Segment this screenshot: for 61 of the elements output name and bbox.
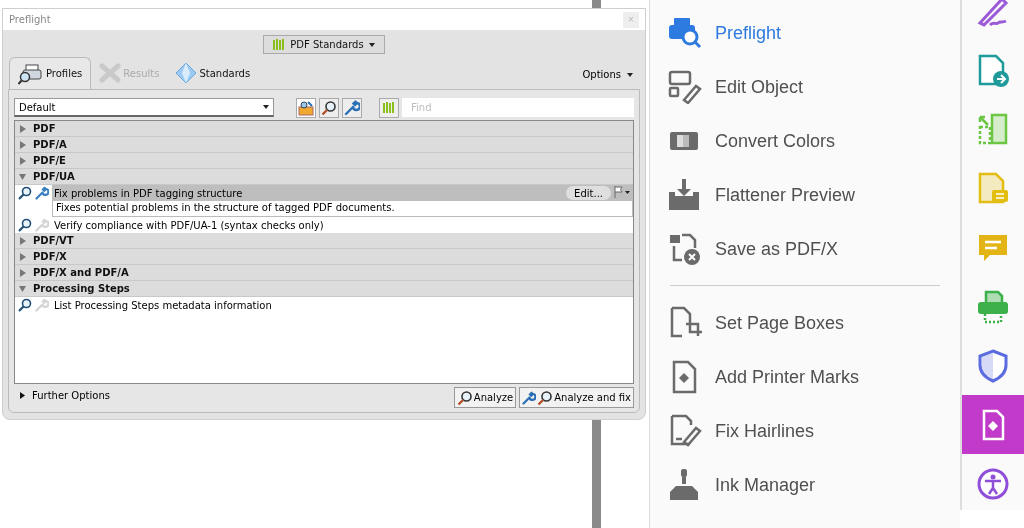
group-row[interactable]: PDF/VT (15, 233, 633, 249)
search-icon (456, 389, 473, 406)
find-field[interactable]: Find (402, 98, 634, 117)
profile-item[interactable]: Verify compliance with PDF/UA-1 (syntax checks only) (52, 217, 633, 233)
toolbox-button[interactable] (296, 97, 316, 118)
group-row[interactable]: PDF/E (15, 153, 633, 169)
toolbox-icon (298, 99, 314, 116)
flag-dropdown[interactable] (611, 186, 633, 200)
profile-item[interactable]: List Processing Steps metadata information (52, 297, 633, 313)
tab[interactable]: Profiles (9, 57, 92, 89)
printer-search-icon (18, 62, 44, 85)
tool-item[interactable]: Convert Colors (668, 114, 960, 168)
tool-item[interactable]: Fix Hairlines (668, 404, 960, 458)
rail-button[interactable] (962, 395, 1024, 454)
wrench-button[interactable] (342, 97, 362, 118)
caret-icon (368, 42, 375, 47)
group-row[interactable]: PDF/X (15, 249, 633, 265)
tool-item[interactable]: Edit Object (668, 60, 960, 114)
search-icon (18, 298, 32, 312)
bars-icon (383, 102, 395, 113)
analyze-button[interactable]: Analyze (453, 387, 517, 408)
group-row[interactable]: PDF/UA (15, 169, 633, 185)
search-icon (18, 218, 32, 232)
pen-shapes-icon (668, 70, 702, 104)
flag-icon (613, 186, 631, 198)
library-dropdown[interactable]: PDF Standards (263, 35, 385, 54)
search-icon (321, 99, 337, 116)
wrench-icon (522, 390, 537, 405)
crop-page-icon (668, 306, 702, 340)
tool-item[interactable]: Set Page Boxes (668, 296, 960, 350)
group-row[interactable]: PDF (15, 121, 633, 137)
search-icon (537, 389, 554, 406)
download-tray-icon (668, 178, 702, 212)
tool-item[interactable]: Preflight (668, 6, 960, 60)
profile-description: Fixes potential problems in the structure of tagged PDF documents. (52, 201, 633, 217)
profile-item[interactable]: Fix problems in PDF tagging structure Edit... (52, 185, 633, 201)
tab[interactable]: Standards (167, 57, 259, 89)
search-button[interactable] (319, 97, 339, 118)
group-row[interactable]: PDF/A (15, 137, 633, 153)
pen-page-icon (668, 414, 702, 448)
group-row[interactable]: PDF/X and PDF/A (15, 265, 633, 281)
window-title: Preflight (9, 14, 52, 25)
diamond-icon (175, 62, 198, 84)
search-icon (18, 186, 32, 200)
wrench-icon (344, 99, 360, 116)
tool-item[interactable]: Save as PDF/X (668, 222, 960, 276)
expander-icon (20, 392, 25, 399)
analyze-button[interactable]: Analyze and fix (519, 387, 634, 408)
bars-icon (273, 39, 286, 50)
caret-icon (627, 72, 633, 77)
group-row[interactable]: Processing Steps (15, 281, 633, 297)
caret-icon (263, 105, 269, 109)
tool-item[interactable]: Add Printer Marks (668, 350, 960, 404)
options-menu[interactable]: Options (576, 68, 639, 81)
edit-button[interactable]: Edit... (566, 186, 611, 200)
document-x-icon (668, 232, 702, 266)
further-options-toggle[interactable]: Further Options (14, 389, 116, 402)
tool-item[interactable]: Ink Manager (668, 458, 960, 512)
profile-select[interactable]: Default (14, 98, 274, 117)
printer-search-icon (668, 16, 702, 50)
tool-item[interactable]: Flattener Preview (668, 168, 960, 222)
